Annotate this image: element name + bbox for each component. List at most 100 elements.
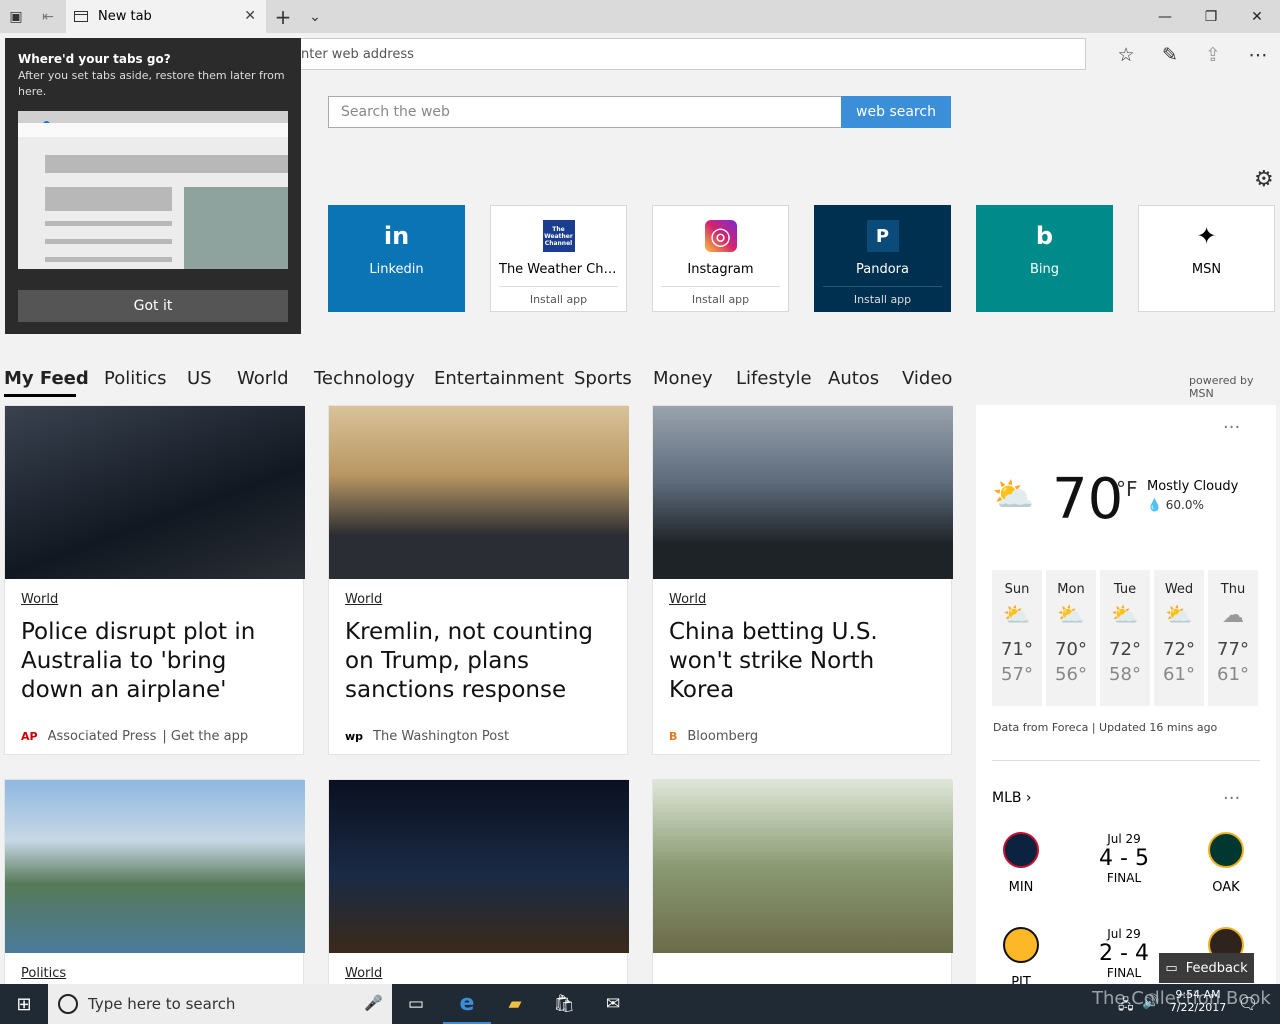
clock-time: 9:54 AM bbox=[1175, 988, 1221, 1001]
clock[interactable]: 9:54 AM 7/22/2017 bbox=[1166, 988, 1230, 1014]
forecast-day[interactable]: Tue ⛅ 72° 58° bbox=[1100, 570, 1150, 706]
store-icon[interactable]: 🛍 bbox=[540, 984, 588, 1024]
news-category[interactable]: Politics bbox=[21, 966, 66, 981]
nav-tab-money[interactable]: Money bbox=[653, 368, 713, 389]
game-score-block[interactable]: Jul 29 4 - 5 FINAL bbox=[1096, 832, 1152, 885]
news-image bbox=[329, 780, 629, 953]
feedback-button[interactable]: ▭ Feedback bbox=[1159, 953, 1254, 983]
raindrop-icon: 💧 bbox=[1147, 498, 1162, 512]
news-source: B Bloomberg bbox=[669, 729, 758, 744]
forecast-day[interactable]: Mon ⛅ 70° 56° bbox=[1046, 570, 1096, 706]
news-card[interactable]: World China betting U.S. won't strike Nor… bbox=[652, 405, 953, 755]
game-home-team[interactable]: MIN bbox=[1003, 832, 1039, 895]
forecast-day[interactable]: Wed ⛅ 72° 61° bbox=[1154, 570, 1204, 706]
news-image bbox=[5, 406, 305, 579]
mail-icon[interactable]: ✉ bbox=[589, 984, 637, 1024]
close-tab-icon[interactable]: ✕ bbox=[244, 8, 256, 24]
taskbar-search[interactable]: Type here to search bbox=[48, 984, 392, 1024]
cloudy-icon: ☁ bbox=[1222, 603, 1244, 628]
install-app-link[interactable]: Install app bbox=[823, 286, 942, 306]
game-home-team[interactable]: PIT bbox=[1003, 927, 1039, 990]
chevron-down-icon[interactable]: ⌄ bbox=[299, 0, 331, 33]
tile-label: The Weather Cha... bbox=[499, 262, 624, 277]
temp-unit: °F bbox=[1116, 477, 1138, 501]
favorites-icon[interactable]: ☆ bbox=[1111, 40, 1141, 70]
task-view-icon[interactable]: ▭ bbox=[392, 984, 440, 1024]
notes-icon[interactable]: ✎ bbox=[1155, 40, 1185, 70]
start-icon[interactable]: ⊞ bbox=[0, 984, 48, 1024]
news-category[interactable]: World bbox=[669, 592, 706, 607]
game-score-block[interactable]: Jul 29 2 - 4 FINAL bbox=[1096, 927, 1152, 980]
news-card[interactable]: Politics bbox=[4, 779, 305, 989]
cortana-icon[interactable] bbox=[58, 994, 78, 1014]
tile-linkedin[interactable]: in Linkedin bbox=[328, 205, 465, 312]
source-name: Bloomberg bbox=[687, 729, 759, 744]
news-category[interactable]: World bbox=[345, 966, 382, 981]
tile-logo-icon: ◎ bbox=[704, 220, 737, 252]
maximize-button[interactable]: ❐ bbox=[1188, 0, 1234, 33]
install-app-link[interactable]: Install app bbox=[499, 286, 618, 306]
nav-tab-autos[interactable]: Autos bbox=[828, 368, 879, 389]
nav-tab-sports[interactable]: Sports bbox=[574, 368, 632, 389]
file-explorer-icon[interactable]: ▰ bbox=[491, 984, 539, 1024]
search-input[interactable]: Search the web bbox=[328, 96, 842, 128]
tile-msn[interactable]: ✦ MSN bbox=[1138, 205, 1275, 312]
tile-the-weather-cha[interactable]: The Weather Channel The Weather Cha... Ins… bbox=[490, 205, 627, 312]
nav-tab-lifestyle[interactable]: Lifestyle bbox=[736, 368, 812, 389]
nav-tab-video[interactable]: Video bbox=[902, 368, 952, 389]
nav-tab-politics[interactable]: Politics bbox=[104, 368, 167, 389]
new-tab-icon[interactable]: + bbox=[267, 0, 299, 33]
set-aside-icon[interactable]: ▣ bbox=[0, 0, 32, 33]
share-icon[interactable]: ⇪ bbox=[1198, 40, 1228, 70]
tile-label: Pandora bbox=[856, 262, 909, 277]
nav-tab-technology[interactable]: Technology bbox=[314, 368, 415, 389]
news-card[interactable] bbox=[652, 779, 953, 989]
gear-icon[interactable]: ⚙ bbox=[1254, 167, 1274, 192]
news-source: wp The Washington Post bbox=[345, 729, 509, 744]
forecast-day[interactable]: Sun ⛅ 71° 57° bbox=[992, 570, 1042, 706]
mlb-link[interactable]: MLB › bbox=[992, 790, 1032, 806]
microphone-icon[interactable]: 🎤 bbox=[364, 994, 383, 1012]
tab-new-tab[interactable]: New tab ✕ bbox=[66, 0, 266, 33]
game-away-team[interactable]: OAK bbox=[1208, 832, 1244, 895]
mlb-more-icon[interactable]: ··· bbox=[1223, 788, 1240, 809]
forecast-high: 71° bbox=[1001, 639, 1033, 660]
network-icon[interactable]: 🖧 bbox=[1118, 994, 1134, 1018]
forecast-day-name: Mon bbox=[1057, 582, 1085, 597]
team-logo-icon bbox=[1003, 927, 1039, 963]
news-card[interactable]: World bbox=[328, 779, 629, 989]
minimize-button[interactable]: — bbox=[1142, 0, 1188, 33]
news-card[interactable]: World Police disrupt plot in Australia to… bbox=[4, 405, 305, 755]
news-category[interactable]: World bbox=[345, 592, 382, 607]
news-card[interactable]: World Kremlin, not counting on Trump, pla… bbox=[328, 405, 629, 755]
tile-label: Linkedin bbox=[369, 262, 424, 277]
install-app-link[interactable]: Install app bbox=[661, 286, 780, 306]
weather-more-icon[interactable]: ··· bbox=[1223, 417, 1240, 438]
get-the-app-link[interactable]: | Get the app bbox=[162, 729, 248, 744]
edge-icon[interactable]: e bbox=[443, 984, 491, 1024]
tile-logo-icon: ✦ bbox=[1196, 222, 1217, 250]
action-center-icon[interactable]: 🗨 bbox=[1238, 994, 1258, 1013]
got-it-button[interactable]: Got it bbox=[18, 290, 288, 322]
news-title[interactable]: Kremlin, not counting on Trump, plans sa… bbox=[345, 618, 615, 705]
tile-pandora[interactable]: P Pandora Install app bbox=[814, 205, 951, 312]
tile-bing[interactable]: b Bing bbox=[976, 205, 1113, 312]
game-date: Jul 29 bbox=[1107, 832, 1141, 846]
forecast-day-name: Sun bbox=[1004, 582, 1030, 597]
news-title[interactable]: Police disrupt plot in Australia to 'bri… bbox=[21, 618, 291, 705]
volume-icon[interactable]: 🔊 bbox=[1142, 994, 1159, 1010]
forecast-day[interactable]: Thu ☁ 77° 61° bbox=[1208, 570, 1258, 706]
tile-instagram[interactable]: ◎ Instagram Install app bbox=[652, 205, 789, 312]
address-bar[interactable]: nter web address bbox=[300, 38, 1086, 70]
nav-tab-entertainment[interactable]: Entertainment bbox=[434, 368, 564, 389]
close-window-button[interactable]: ✕ bbox=[1234, 0, 1280, 33]
restore-tabs-icon[interactable]: ⇤ bbox=[32, 0, 64, 33]
nav-tab-world[interactable]: World bbox=[237, 368, 289, 389]
news-category[interactable]: World bbox=[21, 592, 58, 607]
web-search-button[interactable]: web search bbox=[841, 96, 951, 128]
nav-tab-my-feed[interactable]: My Feed bbox=[4, 368, 89, 389]
nav-tab-us[interactable]: US bbox=[187, 368, 212, 389]
news-title[interactable]: China betting U.S. won't strike North Ko… bbox=[669, 618, 939, 705]
news-image bbox=[653, 780, 953, 953]
more-icon[interactable]: ⋯ bbox=[1243, 40, 1273, 70]
